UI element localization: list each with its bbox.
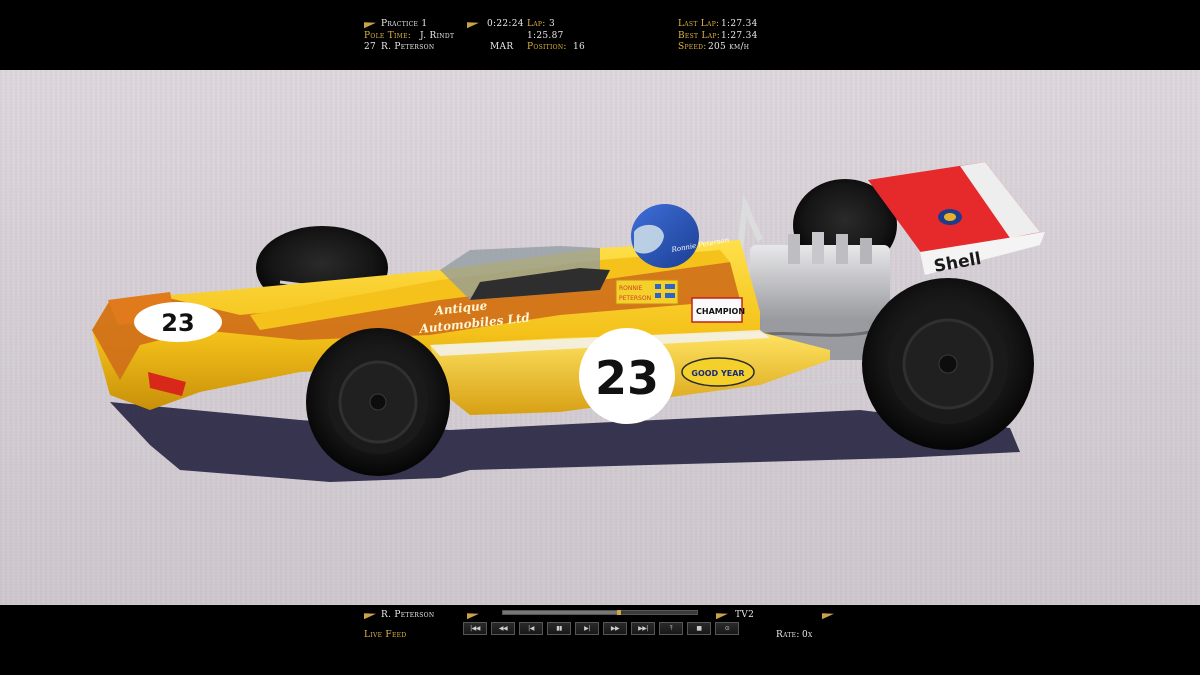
roll-hoop	[737, 193, 763, 251]
session-name: Practice 1	[381, 19, 428, 29]
rear-tyre-near	[862, 278, 1034, 450]
rate-label: Rate:	[776, 630, 800, 640]
hud-top-bar: Practice 1 0:22:24 Lap: 3 Pole Time: J. …	[0, 0, 1200, 70]
lap-label: Lap:	[527, 19, 546, 29]
replay-viewport: Ronnie Peterson RONNIE PETERSON CHAMPION…	[0, 70, 1200, 605]
replay-control-bar: R. Peterson TV2 Live Feed Rate: 0x	[0, 605, 1200, 675]
last-lap-label: Last Lap:	[678, 19, 720, 29]
stop-button[interactable]: ■	[687, 622, 711, 635]
camera-name[interactable]: TV2	[735, 610, 754, 621]
step-back-button[interactable]: |◀	[519, 622, 543, 635]
live-feed-label[interactable]: Live Feed	[364, 630, 406, 641]
timeline-start-arrow-icon	[467, 610, 479, 620]
front-tyre-near	[306, 328, 450, 476]
driver-arrow-icon	[364, 610, 376, 620]
best-lap-value: 1:27.34	[721, 31, 758, 41]
session-time: 0:22:24	[487, 19, 524, 29]
team-code: MAR	[490, 42, 514, 52]
driver-plate-line2: PETERSON	[619, 295, 651, 302]
champion-text: CHAMPION	[696, 307, 745, 316]
driver-plate-line1: RONNIE	[619, 285, 643, 292]
rate-value: 0x	[802, 630, 813, 640]
camera-next-arrow-icon[interactable]	[822, 610, 834, 620]
record-button[interactable]: ⊙	[715, 622, 739, 635]
speed-label: Speed:	[678, 42, 707, 52]
position-value: 16	[573, 42, 586, 52]
rewind-fast-button[interactable]: ◀◀	[491, 622, 515, 635]
session-arrow-icon	[364, 19, 376, 29]
pole-time-label: Pole Time:	[364, 31, 412, 41]
playback-controls: |◀◀ ◀◀ |◀ ▮▮ ▶| ▶▶ ▶▶| ⤒ ■ ⊙	[463, 622, 739, 635]
timeline-fill	[503, 611, 620, 614]
replay-timeline-slider[interactable]	[502, 610, 698, 615]
speed-value: 205 km/h	[708, 42, 750, 52]
replay-driver-name[interactable]: R. Peterson	[381, 610, 434, 621]
timeline-thumb[interactable]	[617, 610, 622, 615]
goodyear-text: GOOD YEAR	[691, 369, 744, 378]
pole-driver: J. Rindt	[420, 31, 455, 41]
best-lap-label: Best Lap:	[678, 31, 721, 41]
driver-name: R. Peterson	[381, 42, 435, 52]
skip-end-button[interactable]: ▶▶|	[631, 622, 655, 635]
driver-helmet	[631, 204, 699, 268]
lap-value: 3	[549, 19, 556, 29]
car-number: 27	[364, 42, 377, 52]
camera-arrow-icon	[716, 610, 728, 620]
step-forward-button[interactable]: ▶|	[575, 622, 599, 635]
pole-time: 1:25.87	[527, 31, 564, 41]
forward-button[interactable]: ▶▶	[603, 622, 627, 635]
side-number: 23	[595, 351, 659, 405]
last-lap-value: 1:27.34	[721, 19, 758, 29]
position-label: Position:	[527, 42, 567, 52]
race-car-render: Ronnie Peterson RONNIE PETERSON CHAMPION…	[92, 162, 1045, 482]
eject-button[interactable]: ⤒	[659, 622, 683, 635]
clock-arrow-icon	[467, 19, 479, 29]
nose-number: 23	[161, 309, 194, 337]
pause-button[interactable]: ▮▮	[547, 622, 571, 635]
skip-start-button[interactable]: |◀◀	[463, 622, 487, 635]
